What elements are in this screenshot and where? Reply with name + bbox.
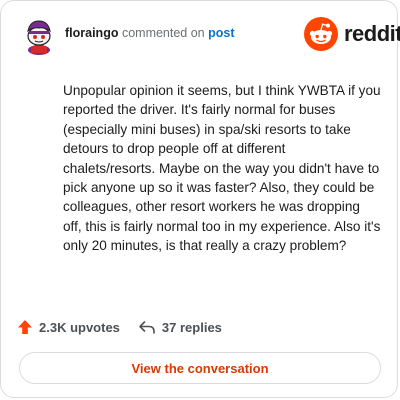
reply-count: 37 replies	[161, 319, 222, 335]
view-conversation-button[interactable]: View the conversation	[19, 352, 381, 384]
post-link[interactable]: post	[208, 26, 234, 40]
reddit-snoo-icon	[304, 17, 338, 51]
upvote-arrow-icon	[18, 320, 32, 334]
reddit-wordmark: reddit	[344, 21, 400, 46]
avatar-snoo-icon	[27, 20, 51, 55]
comment-header: floraingo commented on post	[65, 26, 235, 40]
comment-actions: 2.3K upvotes 37 replies	[17, 315, 222, 339]
comment-card: floraingo commented on post reddit Unpop…	[0, 0, 400, 398]
reddit-logo[interactable]: reddit	[304, 17, 400, 51]
header-action-text: commented on	[121, 26, 205, 40]
reply-arrow-icon	[139, 321, 155, 334]
avatar[interactable]	[19, 15, 59, 55]
upvote-button[interactable]: 2.3K upvotes	[17, 319, 120, 335]
upvote-count: 2.3K upvotes	[39, 319, 120, 335]
comment-body: Unpopular opinion it seems, but I think …	[63, 83, 381, 254]
replies-button[interactable]: 37 replies	[138, 319, 222, 335]
username-link[interactable]: floraingo	[65, 26, 118, 40]
